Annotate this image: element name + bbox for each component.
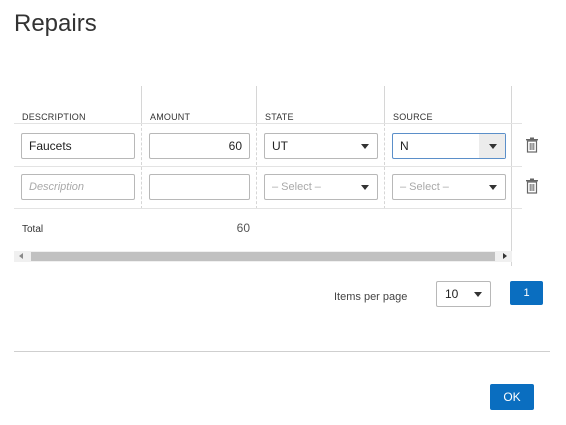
repairs-grid: DESCRIPTION AMOUNT STATE SOURCE Faucets … (14, 86, 522, 266)
page-button-1[interactable]: 1 (510, 281, 543, 305)
row-divider (14, 166, 522, 167)
horizontal-scrollbar[interactable] (14, 251, 512, 262)
total-amount: 60 (236, 221, 250, 235)
amount-input[interactable] (149, 174, 250, 200)
source-select[interactable]: – Select – (392, 174, 506, 200)
chevron-down-icon (474, 292, 482, 297)
column-header-amount[interactable]: AMOUNT (150, 112, 190, 122)
amount-input[interactable]: 60 (149, 133, 250, 159)
scrollbar-thumb[interactable] (31, 252, 495, 261)
row-divider (14, 123, 522, 124)
footer-divider (14, 351, 550, 352)
column-divider (384, 86, 385, 123)
description-input[interactable]: Description (21, 174, 135, 200)
scroll-right-icon[interactable] (503, 253, 507, 259)
source-select-value: – Select – (400, 181, 449, 193)
state-select[interactable]: UT (264, 133, 378, 159)
state-select[interactable]: – Select – (264, 174, 378, 200)
chevron-down-icon (361, 185, 369, 190)
column-header-source[interactable]: SOURCE (393, 112, 433, 122)
state-select-value: UT (272, 139, 288, 153)
trash-icon[interactable] (525, 178, 539, 194)
column-header-state[interactable]: STATE (265, 112, 294, 122)
trash-icon[interactable] (525, 137, 539, 153)
row-divider (14, 208, 522, 209)
description-input[interactable]: Faucets (21, 133, 135, 159)
scroll-left-icon[interactable] (19, 253, 23, 259)
total-label: Total (22, 224, 44, 235)
column-divider (141, 86, 142, 123)
page-size-value: 10 (445, 287, 459, 301)
column-header-description[interactable]: DESCRIPTION (22, 112, 86, 122)
column-divider (256, 86, 257, 123)
state-select-value: – Select – (272, 181, 321, 193)
chevron-down-icon (489, 144, 497, 149)
column-divider (511, 86, 512, 266)
source-select[interactable]: N (392, 133, 506, 159)
chevron-down-icon (361, 144, 369, 149)
items-per-page-label: Items per page (334, 291, 408, 303)
ok-button[interactable]: OK (490, 384, 534, 410)
dropdown-toggle[interactable] (479, 134, 505, 158)
dialog-title: Repairs (14, 10, 97, 37)
page-size-select[interactable]: 10 (436, 281, 491, 307)
chevron-down-icon (489, 185, 497, 190)
source-select-value: N (400, 139, 409, 153)
